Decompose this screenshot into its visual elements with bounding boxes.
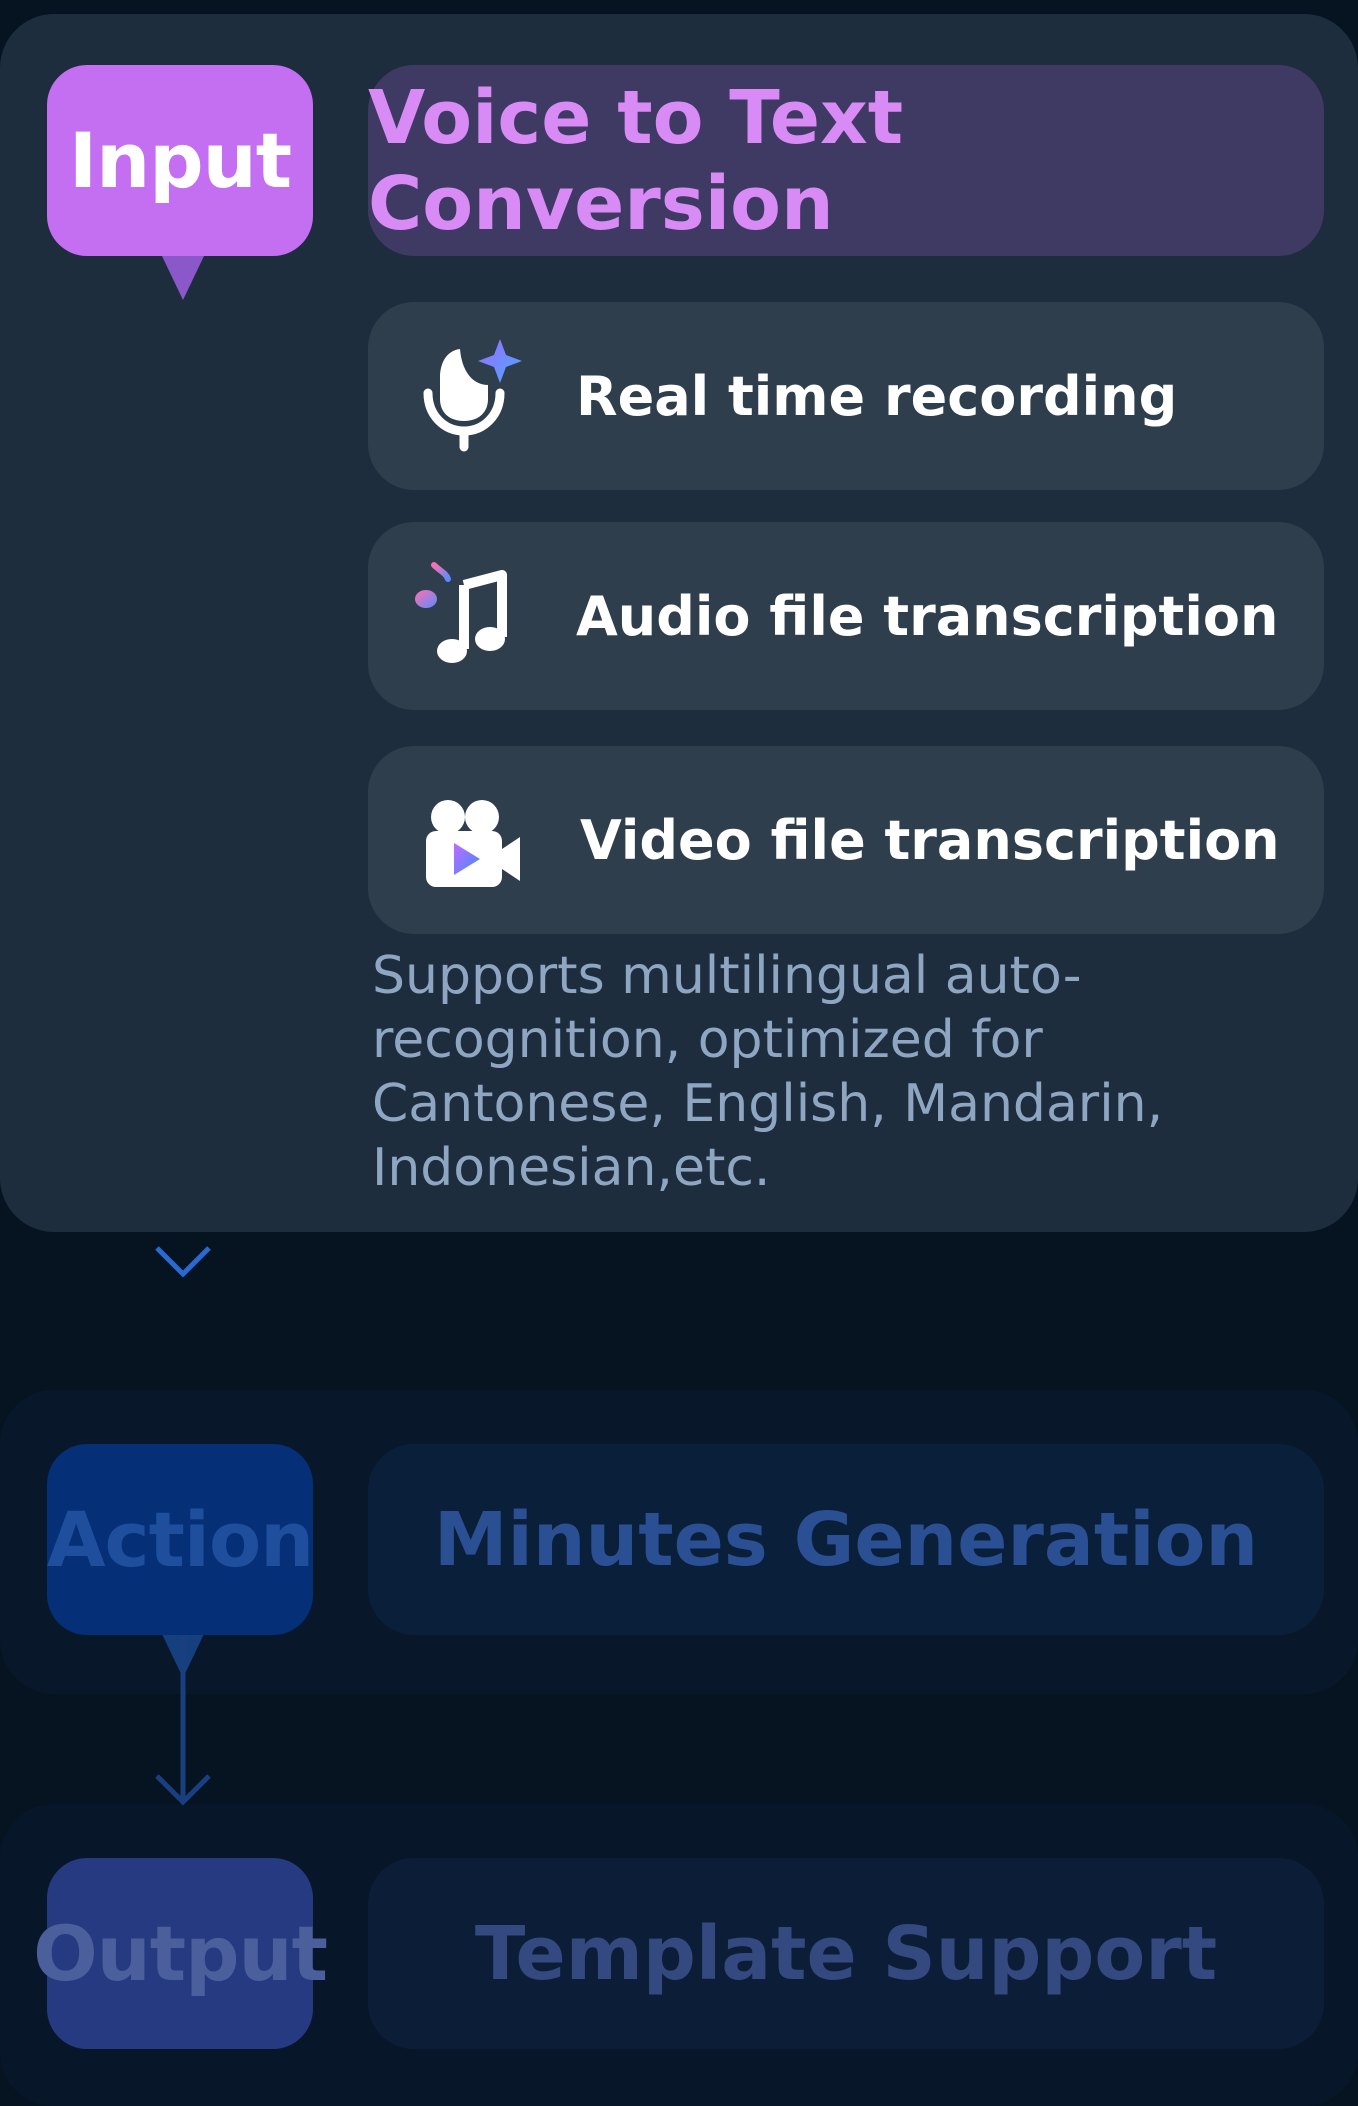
music-note-icon <box>404 553 530 679</box>
feature-video-file-transcription[interactable]: Video file transcription <box>368 746 1324 934</box>
video-camera-icon <box>404 777 530 903</box>
feature-real-time-recording[interactable]: Real time recording <box>368 302 1324 490</box>
input-description: Supports multilingual auto-recognition, … <box>372 946 1164 1198</box>
input-header[interactable]: Voice to Text Conversion <box>368 65 1324 256</box>
feature-label: Audio file transcription <box>576 584 1279 648</box>
feature-label: Video file transcription <box>580 808 1280 872</box>
action-flow-arrowhead <box>155 1774 211 1806</box>
stage-output-badge[interactable]: Output <box>33 1858 328 2049</box>
stage-action-badge[interactable]: Action <box>47 1444 314 1635</box>
action-header[interactable]: Minutes Generation <box>368 1444 1324 1635</box>
stage-input-badge[interactable]: Input <box>47 65 313 256</box>
microphone-sparkle-icon <box>404 333 530 459</box>
input-flow-arrowhead <box>155 1246 211 1278</box>
output-header[interactable]: Template Support <box>368 1858 1324 2049</box>
feature-label: Real time recording <box>576 364 1178 428</box>
feature-audio-file-transcription[interactable]: Audio file transcription <box>368 522 1324 710</box>
